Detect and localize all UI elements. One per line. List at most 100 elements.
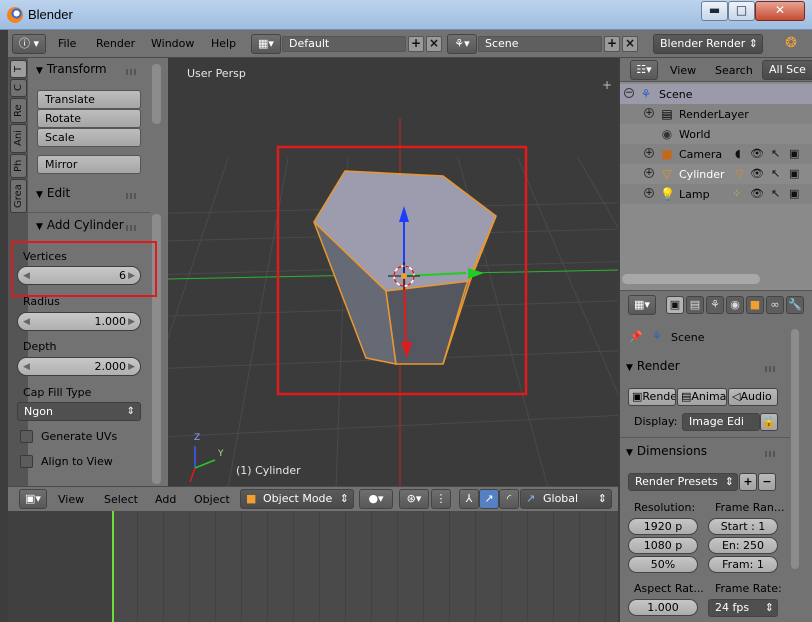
menu-window[interactable]: Window	[151, 37, 194, 50]
render-engine-dropdown[interactable]: Blender Render ⇕	[653, 34, 763, 54]
cap-fill-select[interactable]: Ngon ⇕	[17, 402, 141, 421]
cursor-arrow-icon[interactable]: ↖	[771, 187, 780, 200]
scale-manipulator-icon[interactable]: ◜	[499, 489, 519, 509]
frame-step-field[interactable]: Fram: 1	[708, 556, 778, 573]
timeline-editor[interactable]	[8, 511, 618, 622]
gizmo-y-arrow-icon[interactable]	[468, 268, 484, 279]
remove-screen-button[interactable]: ×	[426, 36, 442, 52]
menu-view[interactable]: View	[58, 493, 84, 506]
render-camera-icon[interactable]: ▣	[789, 187, 799, 200]
tab-world-icon[interactable]: ◉	[726, 296, 744, 314]
edit-panel-header[interactable]: ▼ Edit	[36, 186, 70, 200]
editor-type-3d-icon[interactable]: ▣▾	[19, 489, 47, 509]
pivot-point-icon[interactable]: ⊛▾	[399, 489, 429, 509]
increment-arrow-icon[interactable]: ▶	[128, 314, 135, 330]
align-to-view-label[interactable]: Align to View	[41, 455, 113, 468]
editor-type-outliner-icon[interactable]: ☷▾	[630, 60, 658, 80]
properties-scrollbar[interactable]	[791, 329, 799, 569]
tab-modifiers-icon[interactable]: 🔧	[786, 296, 804, 314]
render-audio-button[interactable]: ◁Audio	[728, 388, 778, 406]
resolution-y-field[interactable]: 1080 p	[628, 537, 698, 554]
generate-uvs-label[interactable]: Generate UVs	[41, 430, 117, 443]
expand-icon[interactable]: +	[644, 188, 654, 198]
transform-orientation-dropdown[interactable]: ↗ Global ⇕	[520, 489, 612, 509]
cursor-arrow-icon[interactable]: ↖	[771, 147, 780, 160]
expand-icon[interactable]: +	[644, 108, 654, 118]
menu-help[interactable]: Help	[211, 37, 236, 50]
minimize-button[interactable]: ▬	[701, 1, 728, 21]
radius-field[interactable]: ◀ 1.000 ▶	[17, 312, 141, 331]
menu-file[interactable]: File	[58, 37, 76, 50]
tab-tools[interactable]: T	[10, 60, 27, 78]
translate-manipulator-icon[interactable]: ⅄	[459, 489, 479, 509]
increment-arrow-icon[interactable]: ▶	[128, 359, 135, 375]
scale-button[interactable]: Scale	[37, 128, 141, 147]
resolution-percent-field[interactable]: 50%	[628, 556, 698, 573]
current-frame-cursor[interactable]	[112, 511, 114, 622]
screen-layout-field[interactable]: Default	[282, 36, 406, 52]
menu-select[interactable]: Select	[104, 493, 138, 506]
menu-add[interactable]: Add	[155, 493, 176, 506]
outliner-menu-view[interactable]: View	[670, 64, 696, 77]
viewport-shading-icon[interactable]: ●▾	[359, 489, 393, 509]
scene-field[interactable]: Scene	[478, 36, 602, 52]
render-camera-icon[interactable]: ▣	[789, 147, 799, 160]
render-image-button[interactable]: ▣Rende	[628, 388, 676, 406]
outliner-scrollbar[interactable]	[622, 274, 760, 284]
decrement-arrow-icon[interactable]: ◀	[23, 359, 30, 375]
eye-icon[interactable]: 👁	[750, 167, 764, 180]
eye-icon[interactable]: 👁	[750, 147, 764, 160]
viewport-canvas[interactable]	[168, 58, 618, 486]
menu-object[interactable]: Object	[194, 493, 230, 506]
panel-grip-icon[interactable]	[126, 69, 138, 75]
decrement-arrow-icon[interactable]: ◀	[23, 268, 30, 284]
frame-rate-dropdown[interactable]: 24 fps ⇕	[708, 599, 778, 617]
tool-shelf-scrollbar-top[interactable]	[152, 64, 161, 124]
frame-end-field[interactable]: En: 250	[708, 537, 778, 554]
tab-render-icon[interactable]: ▣	[666, 296, 684, 314]
tool-shelf-scrollbar[interactable]	[152, 214, 161, 484]
outliner-row-camera[interactable]: + ■ Camera ◖ 👁 ↖ ▣	[620, 144, 812, 164]
outliner-menu-search[interactable]: Search	[715, 64, 753, 77]
increment-arrow-icon[interactable]: ▶	[128, 268, 135, 284]
align-to-view-checkbox[interactable]	[20, 455, 33, 468]
add-screen-button[interactable]: +	[408, 36, 424, 52]
outliner-row-lamp[interactable]: + 💡 Lamp ⁘ 👁 ↖ ▣	[620, 184, 812, 204]
render-presets-dropdown[interactable]: Render Presets ⇕	[628, 473, 738, 491]
outliner-row-cylinder[interactable]: + ▽ Cylinder ▽ 👁 ↖ ▣	[620, 164, 812, 184]
dimensions-panel-header[interactable]: ▼ Dimensions	[626, 444, 707, 458]
tab-object-icon[interactable]: ■	[746, 296, 764, 314]
decrement-arrow-icon[interactable]: ◀	[23, 314, 30, 330]
outliner-row-scene[interactable]: − ⚘ Scene	[620, 84, 812, 104]
tab-animation[interactable]: Ani	[10, 124, 27, 153]
frame-start-field[interactable]: Start : 1	[708, 518, 778, 535]
object-mode-dropdown[interactable]: ■ Object Mode ⇕	[240, 489, 354, 509]
3d-viewport[interactable]: User Persp Z Y (1) Cylinder +	[168, 58, 618, 486]
panel-grip-icon[interactable]	[126, 225, 138, 231]
eye-icon[interactable]: 👁	[750, 187, 764, 200]
add-preset-button[interactable]: +	[739, 473, 757, 491]
tab-create[interactable]: C	[10, 79, 27, 97]
collapse-icon[interactable]: −	[624, 88, 634, 98]
tab-scene-icon[interactable]: ⚘	[706, 296, 724, 314]
rotate-button[interactable]: Rotate	[37, 109, 141, 128]
translate-button[interactable]: Translate	[37, 90, 141, 109]
pin-icon[interactable]: 📌	[629, 330, 643, 343]
editor-type-info-icon[interactable]: ⓘ ▾	[12, 34, 46, 54]
outliner-row-renderlayer[interactable]: + ▤ RenderLayer	[620, 104, 812, 124]
panel-grip-icon[interactable]	[126, 193, 138, 199]
tab-physics[interactable]: Ph	[10, 154, 27, 178]
tab-grease-pencil[interactable]: Grea	[10, 179, 27, 213]
render-camera-icon[interactable]: ▣	[789, 167, 799, 180]
rotate-manipulator-icon[interactable]: ↗	[479, 489, 499, 509]
transform-panel-header[interactable]: ▼ Transform	[36, 62, 107, 76]
lock-icon[interactable]: 🔒	[760, 413, 778, 431]
remove-scene-button[interactable]: ×	[622, 36, 638, 52]
screen-layout-icon[interactable]: ▦▾	[251, 34, 281, 54]
expand-icon[interactable]: +	[644, 168, 654, 178]
add-scene-button[interactable]: +	[604, 36, 620, 52]
mirror-button[interactable]: Mirror	[37, 155, 141, 174]
manipulator-toggle-icon[interactable]: ⋮	[431, 489, 451, 509]
render-panel-header[interactable]: ▼ Render	[626, 359, 680, 373]
render-animation-button[interactable]: ▤Anima	[677, 388, 727, 406]
